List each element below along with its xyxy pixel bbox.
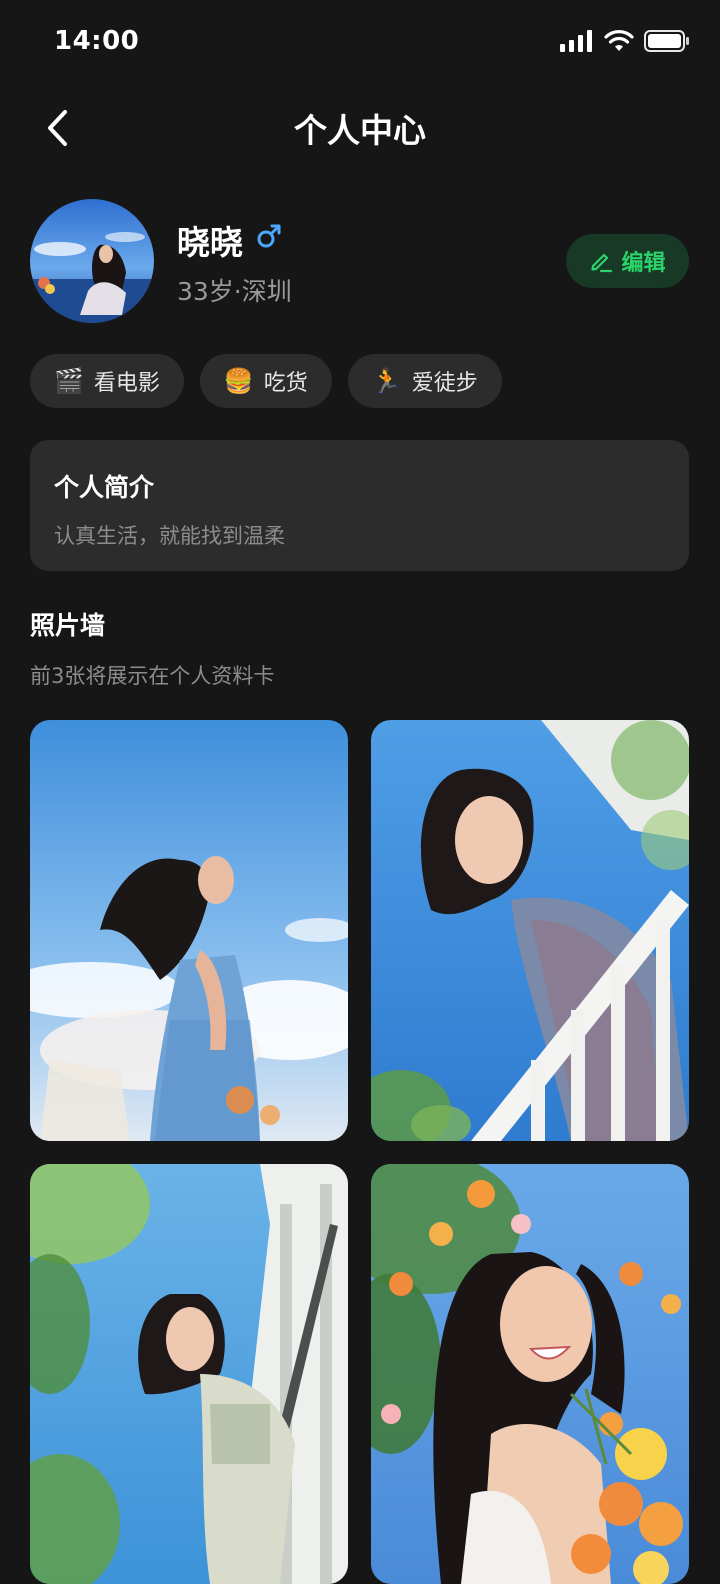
photo-wall-subtitle: 前3张将展示在个人资料卡 (30, 664, 275, 688)
edit-label: 编辑 (621, 251, 666, 276)
bio-card[interactable]: 个人简介 认真生活，就能找到温柔 (30, 440, 689, 571)
status-icons (560, 30, 690, 52)
tag-hiking[interactable]: 🏃 爱徒步 (347, 354, 502, 408)
photo-4[interactable] (371, 1164, 689, 1584)
user-name: 晓晓 (177, 223, 243, 262)
photo-3[interactable] (30, 1164, 348, 1584)
tag-foodie[interactable]: 🍔 吃货 (199, 354, 332, 408)
signal-icon (560, 30, 592, 52)
photo-1[interactable] (30, 720, 348, 1141)
edit-profile-button[interactable]: 编辑 (566, 234, 689, 288)
wifi-icon (604, 30, 634, 51)
runner-icon: 🏃 (371, 367, 402, 395)
interest-tags: 🎬 看电影 🍔 吃货 🏃 爱徒步 (30, 354, 502, 408)
tag-label: 看电影 (93, 371, 160, 396)
status-time: 14:00 (54, 26, 140, 56)
photo-wall-title: 照片墙 (30, 611, 106, 640)
male-gender-icon (256, 222, 282, 254)
bio-text: 认真生活，就能找到温柔 (54, 524, 285, 548)
tag-label: 吃货 (263, 371, 308, 396)
page-title: 个人中心 (294, 111, 426, 150)
clapperboard-icon: 🎬 (54, 367, 84, 395)
bio-title: 个人简介 (54, 473, 155, 502)
tag-label: 爱徒步 (411, 371, 478, 396)
burger-icon: 🍔 (223, 367, 254, 395)
photo-2[interactable] (371, 720, 689, 1141)
user-age-location: 33岁·深圳 (177, 277, 292, 306)
battery-icon (644, 30, 689, 52)
pencil-icon (591, 253, 613, 273)
avatar[interactable] (30, 199, 154, 323)
tag-movie[interactable]: 🎬 看电影 (30, 354, 184, 408)
